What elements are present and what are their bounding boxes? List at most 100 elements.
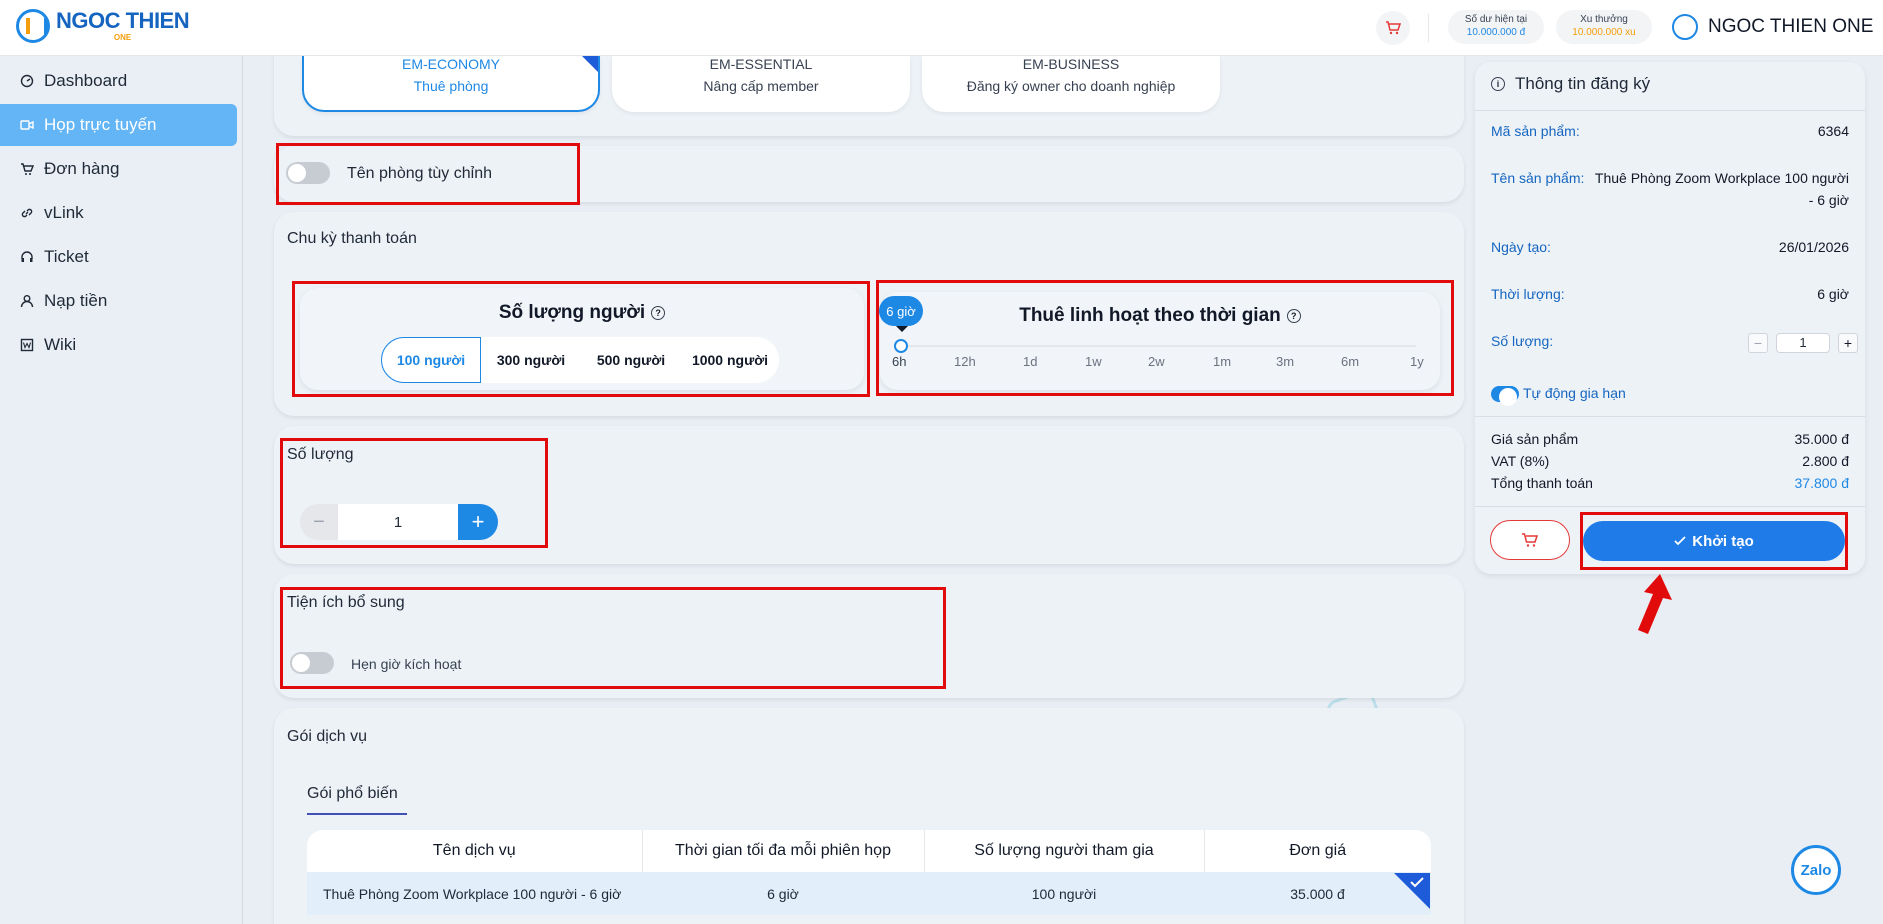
tier-desc: Thuê phòng bbox=[413, 78, 489, 94]
user-avatar bbox=[1672, 14, 1698, 40]
user-menu[interactable]: NGOC THIEN ONE bbox=[1672, 14, 1873, 40]
price-label: Giá sản phẩm bbox=[1491, 431, 1579, 447]
cart-icon bbox=[1522, 533, 1539, 547]
qty-label: Số lượng: bbox=[1491, 333, 1554, 349]
registration-title-text: Thông tin đăng ký bbox=[1515, 74, 1651, 93]
panel-decrement-button[interactable]: − bbox=[1748, 333, 1768, 353]
registration-panel: i Thông tin đăng ký Mã sản phẩm: 6364 Tê… bbox=[1475, 62, 1865, 574]
sidebar-item-ticket[interactable]: Ticket bbox=[0, 236, 237, 278]
registration-title: i Thông tin đăng ký bbox=[1491, 74, 1650, 94]
sidebar-item-topup[interactable]: Nạp tiền bbox=[0, 280, 237, 322]
reward-pill[interactable]: Xu thưởng 10.000.000 xu bbox=[1556, 10, 1652, 44]
product-name-label: Tên sản phẩm: bbox=[1491, 170, 1585, 186]
highlight-box bbox=[280, 438, 548, 548]
tier-name: EM-ESSENTIAL bbox=[709, 56, 813, 72]
sidebar-item-online-meeting[interactable]: Họp trực tuyến bbox=[0, 104, 237, 146]
tier-economy[interactable]: EM-ECONOMY Thuê phòng bbox=[302, 56, 600, 112]
total-label: Tổng thanh toán bbox=[1491, 475, 1593, 491]
brand-logo[interactable]: NGOC THIEN ONE bbox=[16, 8, 190, 43]
add-to-cart-button[interactable] bbox=[1490, 520, 1570, 560]
billing-title: Chu kỳ thanh toán bbox=[287, 230, 417, 247]
user-name: NGOC THIEN ONE bbox=[1708, 16, 1874, 37]
red-arrow-icon bbox=[1638, 574, 1672, 634]
logo-text: NGOC THIEN bbox=[56, 8, 190, 33]
balance-value: 10.000.000 đ bbox=[1466, 26, 1526, 38]
tier-name: EM-ECONOMY bbox=[402, 56, 500, 72]
highlight-box bbox=[876, 280, 1454, 396]
column-header: Số lượng người tham gia bbox=[924, 830, 1205, 872]
sidebar-item-orders[interactable]: Đơn hàng bbox=[0, 148, 237, 190]
price-value: 35.000 đ bbox=[1794, 431, 1850, 447]
cart-button[interactable] bbox=[1376, 11, 1410, 45]
product-name-line2: - 6 giờ bbox=[1808, 192, 1849, 208]
table-cell: 100 người bbox=[924, 872, 1204, 915]
column-header: Thời gian tối đa mỗi phiên họp bbox=[642, 830, 925, 872]
headset-icon bbox=[20, 250, 34, 264]
reward-label: Xu thưởng bbox=[1580, 14, 1628, 25]
selected-corner-icon bbox=[582, 56, 598, 72]
cart-icon bbox=[1386, 21, 1401, 35]
auto-renew-toggle[interactable] bbox=[1491, 386, 1519, 406]
panel-qty-stepper: − 1 + bbox=[1748, 333, 1858, 353]
auto-renew-label: Tự động gia hạn bbox=[1523, 385, 1626, 401]
user-icon bbox=[20, 294, 34, 308]
product-code-label: Mã sản phẩm: bbox=[1491, 123, 1580, 139]
info-icon: i bbox=[1491, 77, 1505, 91]
packages-table: Tên dịch vụ Thời gian tối đa mỗi phiên h… bbox=[307, 830, 1431, 915]
top-header: NGOC THIEN ONE Số dư hiện tại 10.000.000… bbox=[0, 0, 1883, 56]
table-cell: Thuê Phòng Zoom Workplace 100 người - 6 … bbox=[307, 872, 642, 915]
tab-popular[interactable]: Gói phổ biến bbox=[307, 785, 398, 803]
cart-icon bbox=[20, 162, 34, 176]
sidebar-item-label: Ticket bbox=[44, 247, 89, 266]
sidebar-item-label: Wiki bbox=[44, 335, 77, 354]
highlight-box bbox=[276, 143, 580, 205]
divider bbox=[1475, 110, 1865, 111]
table-header-row: Tên dịch vụ Thời gian tối đa mỗi phiên h… bbox=[307, 830, 1431, 872]
highlight-box bbox=[280, 587, 946, 689]
zalo-chat-button[interactable]: Zalo bbox=[1791, 845, 1841, 895]
dashboard-icon bbox=[20, 74, 34, 88]
column-header: Tên dịch vụ bbox=[307, 830, 643, 872]
balance-pill[interactable]: Số dư hiện tại 10.000.000 đ bbox=[1448, 10, 1544, 44]
total-value: 37.800 đ bbox=[1794, 475, 1850, 491]
tier-desc: Nâng cấp member bbox=[703, 78, 819, 94]
divider bbox=[1475, 416, 1865, 417]
duration-value: 6 giờ bbox=[1817, 286, 1849, 302]
tier-essential[interactable]: EM-ESSENTIAL Nâng cấp member bbox=[612, 56, 910, 112]
sidebar-item-dashboard[interactable]: Dashboard bbox=[0, 60, 237, 102]
created-value: 26/01/2026 bbox=[1778, 239, 1849, 255]
sidebar-item-label: Nạp tiền bbox=[44, 291, 108, 310]
wiki-icon bbox=[20, 338, 34, 352]
table-row[interactable]: Thuê Phòng Zoom Workplace 100 người - 6 … bbox=[307, 872, 1431, 915]
panel-qty-value[interactable]: 1 bbox=[1776, 333, 1830, 353]
vat-label: VAT (8%) bbox=[1491, 453, 1550, 469]
video-icon bbox=[20, 118, 34, 132]
highlight-box bbox=[292, 281, 870, 397]
tab-underline bbox=[307, 813, 407, 815]
reward-value: 10.000.000 xu bbox=[1572, 26, 1636, 38]
column-header: Đơn giá bbox=[1204, 830, 1431, 872]
vat-value: 2.800 đ bbox=[1802, 453, 1849, 469]
packages-title: Gói dịch vụ bbox=[287, 728, 368, 745]
product-code-value: 6364 bbox=[1817, 123, 1849, 139]
sidebar-item-label: Họp trực tuyến bbox=[44, 115, 157, 134]
sidebar-item-vlink[interactable]: vLink bbox=[0, 192, 237, 234]
panel-increment-button[interactable]: + bbox=[1838, 333, 1858, 353]
sidebar-item-label: Dashboard bbox=[44, 71, 128, 90]
logo-subtext: ONE bbox=[113, 33, 132, 42]
sidebar: Dashboard Họp trực tuyến Đơn hàng vLink … bbox=[0, 56, 243, 924]
tier-desc: Đăng ký owner cho doanh nghiệp bbox=[966, 78, 1176, 94]
table-cell: 6 giờ bbox=[642, 872, 924, 915]
tier-business[interactable]: EM-BUSINESS Đăng ký owner cho doanh nghi… bbox=[922, 56, 1220, 112]
header-divider bbox=[1428, 14, 1429, 42]
duration-label: Thời lượng: bbox=[1491, 286, 1565, 302]
balance-label: Số dư hiện tại bbox=[1464, 14, 1528, 25]
logo-icon bbox=[16, 9, 50, 43]
sidebar-item-wiki[interactable]: Wiki bbox=[0, 324, 237, 366]
tier-name: EM-BUSINESS bbox=[1022, 56, 1120, 72]
link-icon bbox=[20, 206, 34, 220]
sidebar-item-label: vLink bbox=[44, 203, 84, 222]
product-name-line1: Thuê Phòng Zoom Workplace 100 người bbox=[1594, 170, 1849, 186]
sidebar-item-label: Đơn hàng bbox=[44, 159, 120, 178]
created-label: Ngày tạo: bbox=[1491, 239, 1551, 255]
